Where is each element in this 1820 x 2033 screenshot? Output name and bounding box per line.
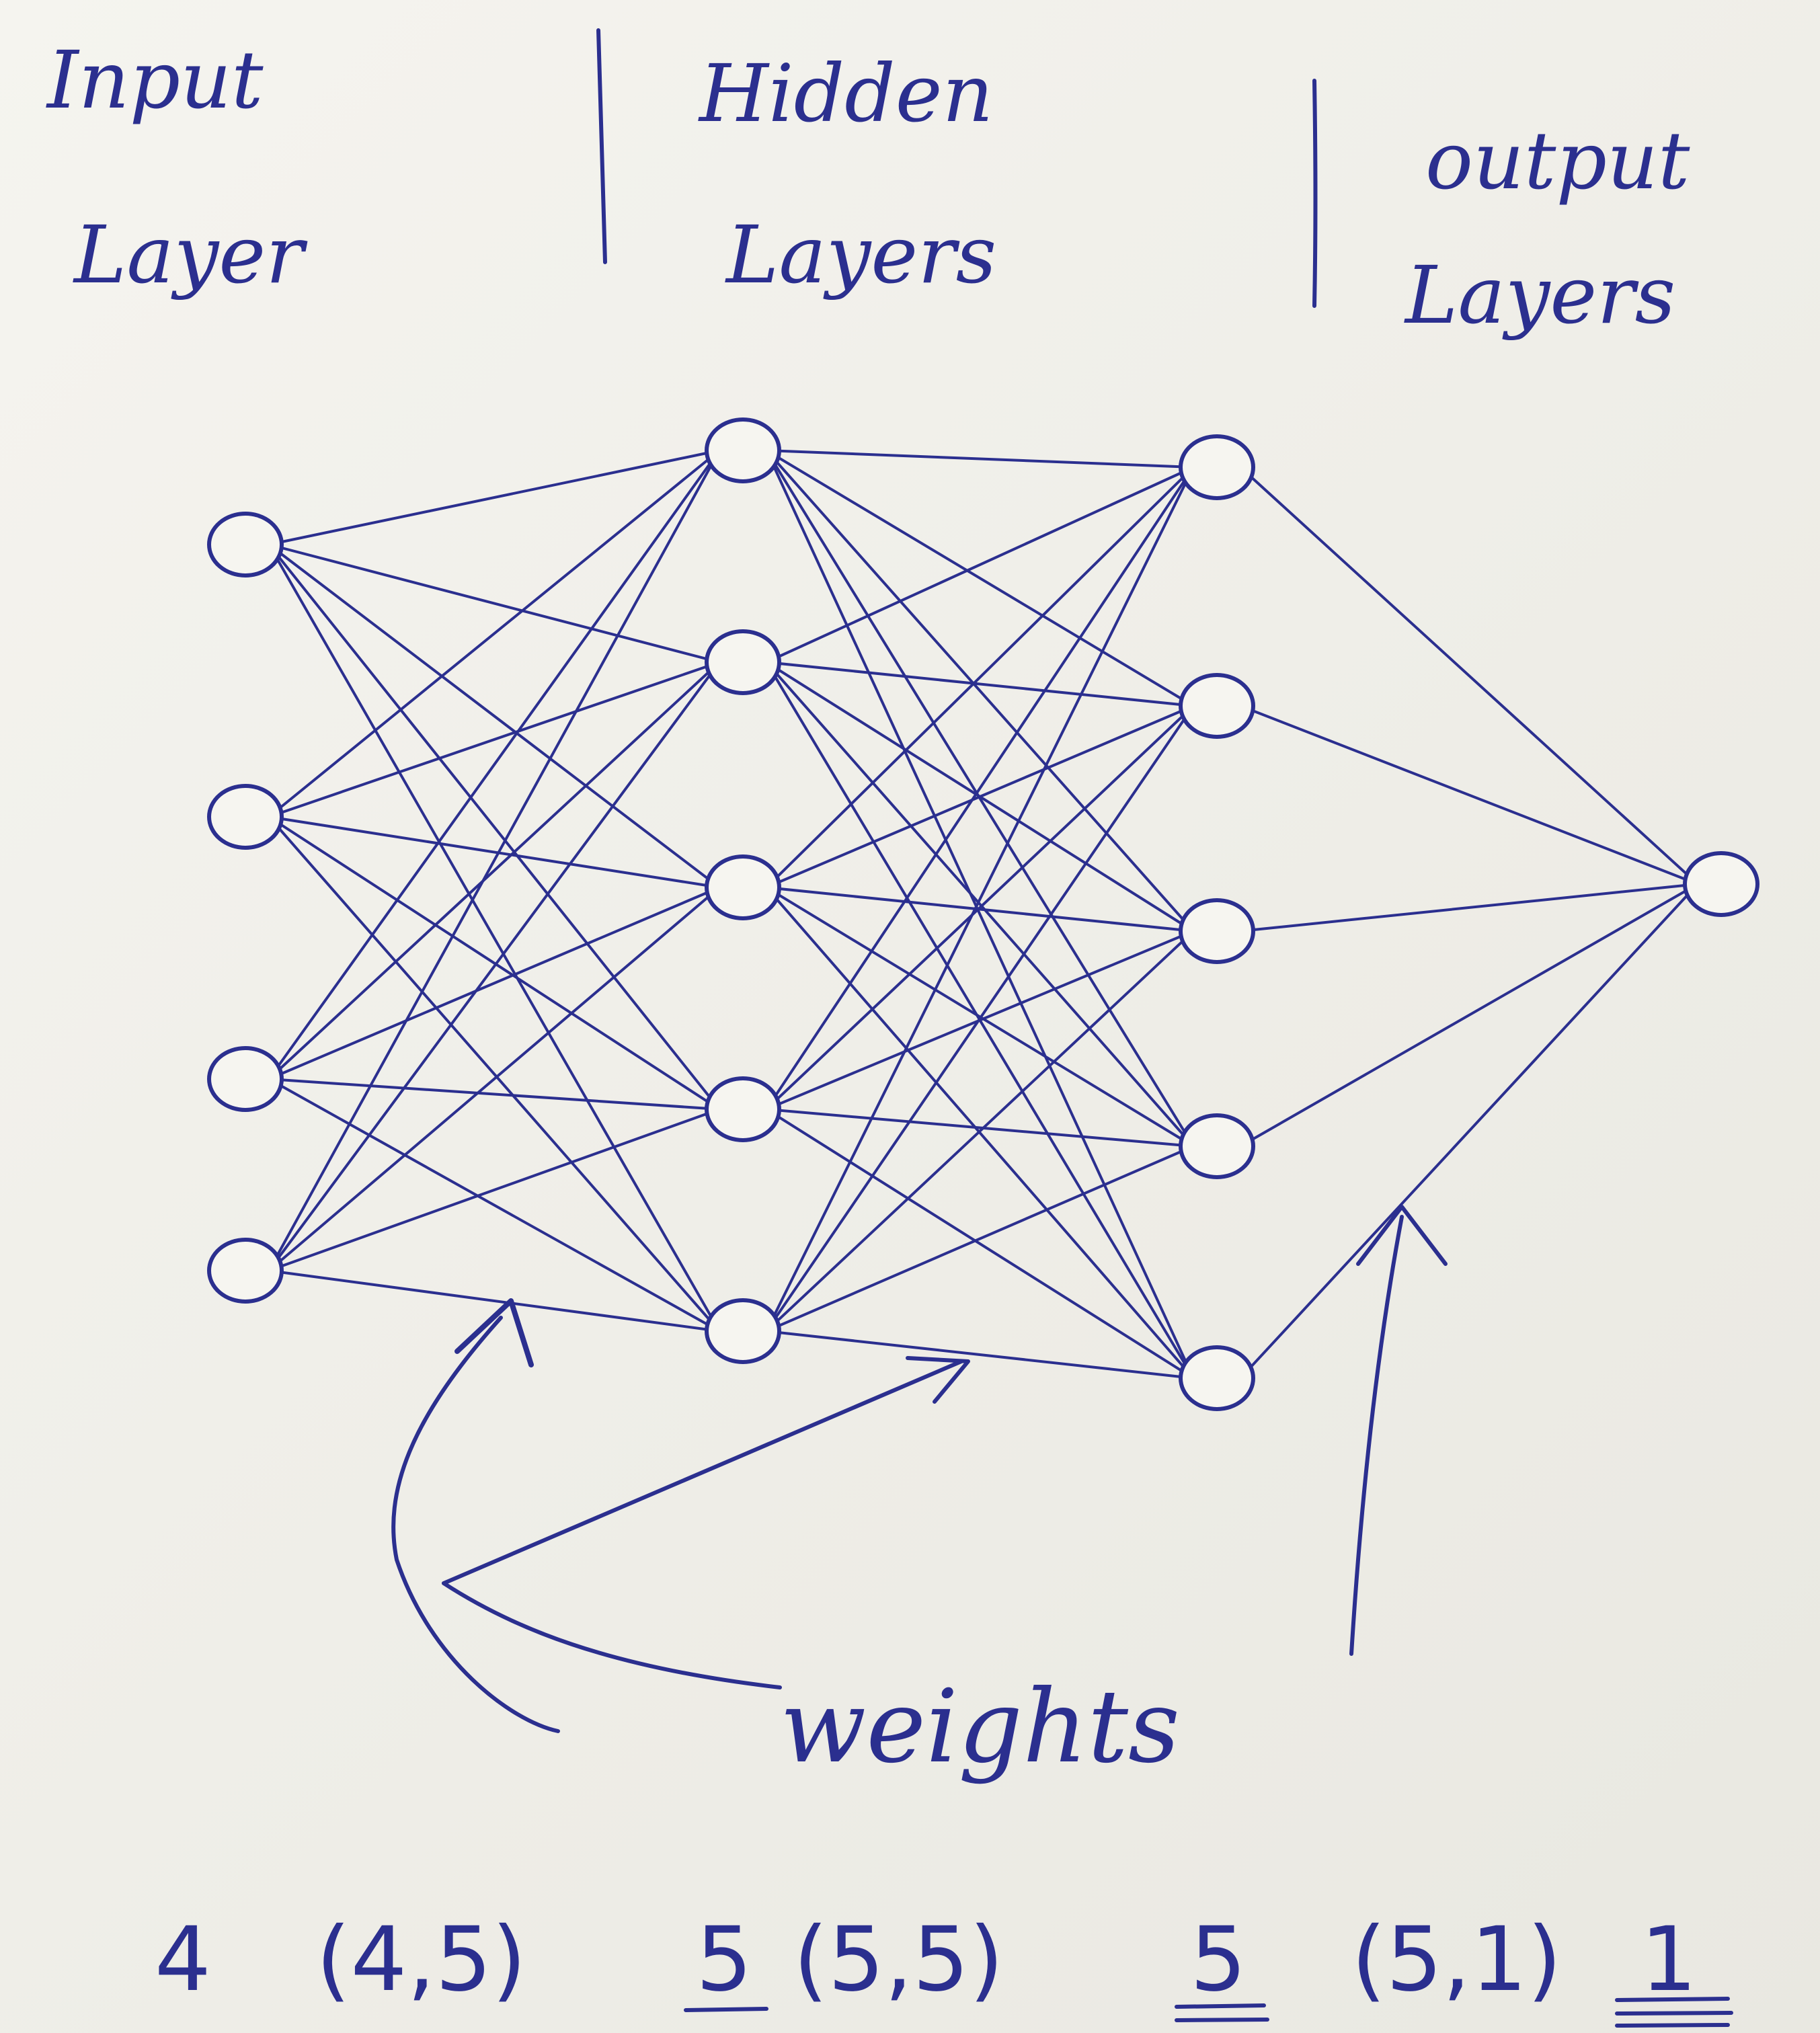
header-input-line2: Layer <box>73 208 308 301</box>
edge-input-1-to-hidden1-3 <box>268 543 721 889</box>
underline-output-c <box>1615 2023 1730 2028</box>
header-input-layer: Input Layer <box>46 34 308 301</box>
dim-hidden-2-count: 5 <box>1190 1908 1247 2011</box>
node-input-4 <box>207 1238 284 1304</box>
edge-input-4-to-hidden1-5 <box>268 1269 721 1332</box>
header-output-line1: output <box>1425 114 1690 207</box>
edge-input-4-to-hidden1-4 <box>268 1108 721 1272</box>
edge-input-2-to-hidden1-1 <box>268 449 721 818</box>
divider-input-hidden <box>596 28 607 264</box>
edge-input-1-to-hidden1-1 <box>268 449 721 546</box>
underline-output-b <box>1615 2011 1733 2016</box>
node-hidden2-2 <box>1179 673 1255 739</box>
edge-hidden2-1-to-output-1 <box>1239 466 1699 885</box>
edge-hidden1-2-to-hidden2-4 <box>765 661 1195 1148</box>
header-input-line1: Input <box>46 34 264 126</box>
node-hidden2-5 <box>1179 1345 1255 1411</box>
edge-hidden1-1-to-hidden2-1 <box>765 449 1195 469</box>
arrow-weights-to-label <box>442 1581 782 1689</box>
node-hidden2-1 <box>1179 434 1255 500</box>
node-hidden2-4 <box>1179 1113 1255 1179</box>
node-hidden1-2 <box>705 629 781 695</box>
arrow-weights-layer1 <box>391 1316 560 1733</box>
node-input-2 <box>207 784 284 850</box>
dim-output-count: 1 <box>1640 1908 1697 2011</box>
network-diagram-page: Input Layer Hidden Layers output Layers … <box>0 0 1820 2033</box>
node-output-1 <box>1683 851 1759 917</box>
dimension-row: 4 (4,5) 5 (5,5) 5 (5,1) 1 <box>155 1908 1733 2028</box>
header-hidden-line2: Layers <box>725 208 996 301</box>
node-input-3 <box>207 1046 284 1112</box>
dim-input-count: 4 <box>155 1908 211 2011</box>
edge-input-3-to-hidden1-4 <box>268 1078 721 1111</box>
header-hidden-line1: Hidden <box>698 47 994 140</box>
node-hidden1-4 <box>705 1076 781 1142</box>
underline-output-a <box>1615 1997 1730 2002</box>
edge-input-1-to-hidden1-2 <box>268 543 721 664</box>
neural-network-sketch: Input Layer Hidden Layers output Layers … <box>46 28 1759 2028</box>
connection-lines <box>268 449 1699 1380</box>
edge-hidden1-3-to-hidden2-1 <box>765 466 1195 889</box>
arrow-weights-layer3 <box>1349 1215 1404 1656</box>
node-hidden1-3 <box>705 854 781 920</box>
edge-hidden1-4-to-hidden2-4 <box>765 1108 1195 1148</box>
dim-weights-2: (5,5) <box>793 1908 1004 2011</box>
header-output-layers: output Layers <box>1404 114 1690 342</box>
header-hidden-layers: Hidden Layers <box>698 47 996 301</box>
edge-input-2-to-hidden1-2 <box>268 661 721 818</box>
edge-input-3-to-hidden1-2 <box>268 661 721 1080</box>
header-output-line2: Layers <box>1404 249 1675 342</box>
node-hidden2-3 <box>1179 898 1255 964</box>
underline-hidden-1 <box>684 2007 768 2012</box>
underline-hidden-2a <box>1175 2003 1266 2009</box>
edge-hidden1-5-to-hidden2-1 <box>765 466 1195 1332</box>
weights-label: weights <box>780 1669 1180 1786</box>
edge-hidden2-5-to-output-1 <box>1239 883 1699 1380</box>
dim-weights-1: (4,5) <box>316 1908 526 2011</box>
edge-hidden1-4-to-hidden2-2 <box>765 705 1195 1111</box>
weights-annotation-arrows <box>391 1205 1448 1733</box>
edge-input-3-to-hidden1-5 <box>268 1078 721 1332</box>
neuron-nodes <box>207 417 1759 1411</box>
node-hidden1-5 <box>705 1298 781 1364</box>
node-input-1 <box>207 512 284 577</box>
dim-weights-3: (5,1) <box>1351 1908 1562 2011</box>
edge-input-2-to-hidden1-5 <box>268 815 721 1332</box>
divider-hidden-output <box>1312 79 1318 308</box>
arrow-weights-layer2 <box>442 1359 963 1585</box>
edge-input-4-to-hidden1-2 <box>268 661 721 1272</box>
node-hidden1-1 <box>705 417 781 483</box>
dim-hidden-1-count: 5 <box>696 1908 752 2011</box>
edge-hidden2-2-to-output-1 <box>1239 705 1699 885</box>
edge-input-3-to-hidden1-1 <box>268 449 721 1080</box>
